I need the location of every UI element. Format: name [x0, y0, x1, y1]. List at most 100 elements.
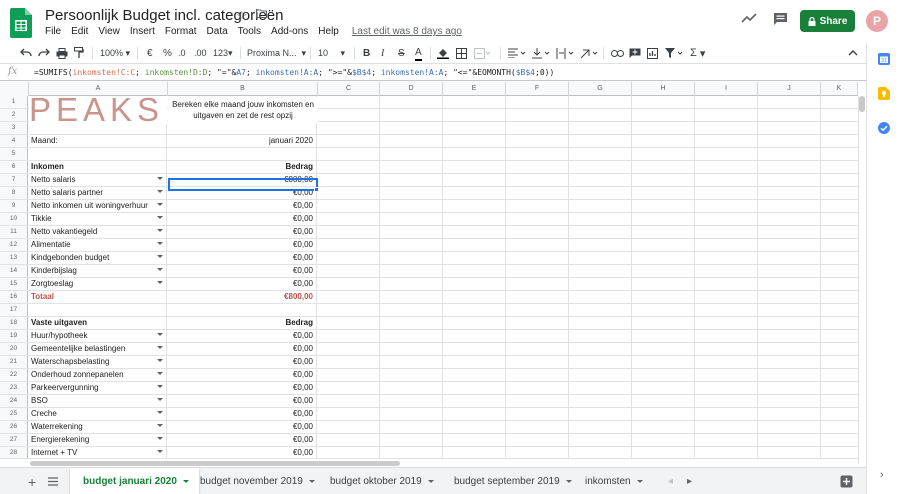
- empty-cell[interactable]: [318, 421, 380, 433]
- empty-cell[interactable]: [318, 187, 380, 199]
- cell-b[interactable]: Bedrag: [168, 317, 317, 329]
- empty-cell[interactable]: [569, 369, 632, 381]
- empty-cell[interactable]: [569, 161, 632, 173]
- cell-b[interactable]: €0,00: [168, 382, 317, 394]
- empty-cell[interactable]: [318, 213, 380, 225]
- empty-cell[interactable]: [380, 317, 443, 329]
- empty-cell[interactable]: [758, 421, 821, 433]
- empty-cell[interactable]: [632, 434, 695, 446]
- empty-cell[interactable]: [506, 200, 569, 212]
- empty-cell[interactable]: [758, 161, 821, 173]
- row-number[interactable]: 13: [0, 252, 28, 264]
- row-number[interactable]: 8: [0, 187, 28, 199]
- cell-a[interactable]: [29, 304, 167, 316]
- empty-cell[interactable]: [506, 356, 569, 368]
- row-number[interactable]: 4: [0, 135, 28, 147]
- empty-cell[interactable]: [318, 382, 380, 394]
- comment-icon[interactable]: [773, 12, 788, 26]
- empty-cell[interactable]: [695, 187, 758, 199]
- empty-cell[interactable]: [506, 343, 569, 355]
- empty-cell[interactable]: [695, 304, 758, 316]
- empty-cell[interactable]: [632, 135, 695, 147]
- empty-cell[interactable]: [695, 109, 758, 121]
- empty-cell[interactable]: [380, 304, 443, 316]
- share-button[interactable]: Share: [800, 10, 855, 32]
- empty-cell[interactable]: [632, 265, 695, 277]
- empty-cell[interactable]: [632, 317, 695, 329]
- cell-a[interactable]: Creche: [29, 408, 167, 420]
- empty-cell[interactable]: [695, 252, 758, 264]
- empty-cell[interactable]: [443, 200, 506, 212]
- empty-cell[interactable]: [443, 369, 506, 381]
- cell-a[interactable]: Maand:: [29, 135, 167, 147]
- empty-cell[interactable]: [569, 330, 632, 342]
- cell-b[interactable]: €0,00: [168, 278, 317, 290]
- dropdown-arrow-icon[interactable]: [157, 411, 163, 414]
- add-sheet-icon[interactable]: +: [28, 468, 36, 494]
- cell-b[interactable]: €0,00: [168, 408, 317, 420]
- zoom-select[interactable]: 100% ▾: [100, 43, 130, 63]
- empty-cell[interactable]: [318, 161, 380, 173]
- menu-edit[interactable]: Edit: [71, 26, 88, 40]
- cell-a[interactable]: Onderhoud zonnepanelen: [29, 369, 167, 381]
- sheet-tab[interactable]: inkomsten: [585, 468, 643, 494]
- star-icon[interactable]: ☆: [236, 8, 248, 24]
- sheet-tab[interactable]: budget oktober 2019: [330, 468, 434, 494]
- cell-a[interactable]: Waterschapsbelasting: [29, 356, 167, 368]
- empty-cell[interactable]: [318, 200, 380, 212]
- empty-cell[interactable]: [380, 343, 443, 355]
- empty-cell[interactable]: [443, 421, 506, 433]
- dropdown-arrow-icon[interactable]: [157, 398, 163, 401]
- empty-cell[interactable]: [506, 135, 569, 147]
- tab-menu-icon[interactable]: [636, 480, 643, 483]
- empty-cell[interactable]: [380, 356, 443, 368]
- horizontal-scroll-thumb[interactable]: [30, 461, 400, 466]
- empty-cell[interactable]: [380, 369, 443, 381]
- cell-b[interactable]: €0,00: [168, 395, 317, 407]
- cell-a[interactable]: Waterrekening: [29, 421, 167, 433]
- increase-decimals-button[interactable]: .00: [194, 43, 207, 63]
- text-rotation-icon[interactable]: [580, 43, 598, 63]
- empty-cell[interactable]: [632, 226, 695, 238]
- empty-cell[interactable]: [632, 148, 695, 160]
- empty-cell[interactable]: [569, 291, 632, 303]
- column-header[interactable]: K: [821, 82, 858, 96]
- tab-menu-icon[interactable]: [427, 480, 434, 483]
- empty-cell[interactable]: [632, 109, 695, 121]
- empty-cell[interactable]: [506, 239, 569, 251]
- empty-cell[interactable]: [443, 226, 506, 238]
- tab-scroll-left-icon[interactable]: ◂: [668, 476, 673, 487]
- empty-cell[interactable]: [632, 252, 695, 264]
- empty-cell[interactable]: [758, 226, 821, 238]
- empty-cell[interactable]: [318, 291, 380, 303]
- folder-icon[interactable]: [256, 9, 267, 18]
- empty-cell[interactable]: [569, 434, 632, 446]
- empty-cell[interactable]: [380, 148, 443, 160]
- empty-cell[interactable]: [758, 122, 821, 134]
- empty-cell[interactable]: [318, 122, 380, 134]
- cell-a[interactable]: Netto inkomen uit woningverhuur: [29, 200, 167, 212]
- tab-menu-icon[interactable]: [565, 480, 572, 483]
- empty-cell[interactable]: [632, 369, 695, 381]
- column-header[interactable]: G: [569, 82, 632, 96]
- empty-cell[interactable]: [380, 265, 443, 277]
- document-title[interactable]: Persoonlijk Budget incl. categorieën: [45, 7, 283, 24]
- empty-cell[interactable]: [632, 200, 695, 212]
- empty-cell[interactable]: [380, 278, 443, 290]
- dropdown-arrow-icon[interactable]: [157, 281, 163, 284]
- cell-b[interactable]: januari 2020: [168, 135, 317, 147]
- cell-a[interactable]: Netto salaris: [29, 174, 167, 186]
- currency-button[interactable]: €: [147, 43, 153, 63]
- empty-cell[interactable]: [506, 187, 569, 199]
- cell-b[interactable]: €0,00: [168, 226, 317, 238]
- empty-cell[interactable]: [695, 356, 758, 368]
- empty-cell[interactable]: [758, 382, 821, 394]
- empty-cell[interactable]: [506, 174, 569, 186]
- empty-cell[interactable]: [632, 382, 695, 394]
- cell-a[interactable]: BSO: [29, 395, 167, 407]
- empty-cell[interactable]: [632, 304, 695, 316]
- empty-cell[interactable]: [632, 356, 695, 368]
- cell-a[interactable]: [29, 148, 167, 160]
- column-header[interactable]: J: [758, 82, 821, 96]
- sheet-tab[interactable]: budget november 2019: [200, 468, 315, 494]
